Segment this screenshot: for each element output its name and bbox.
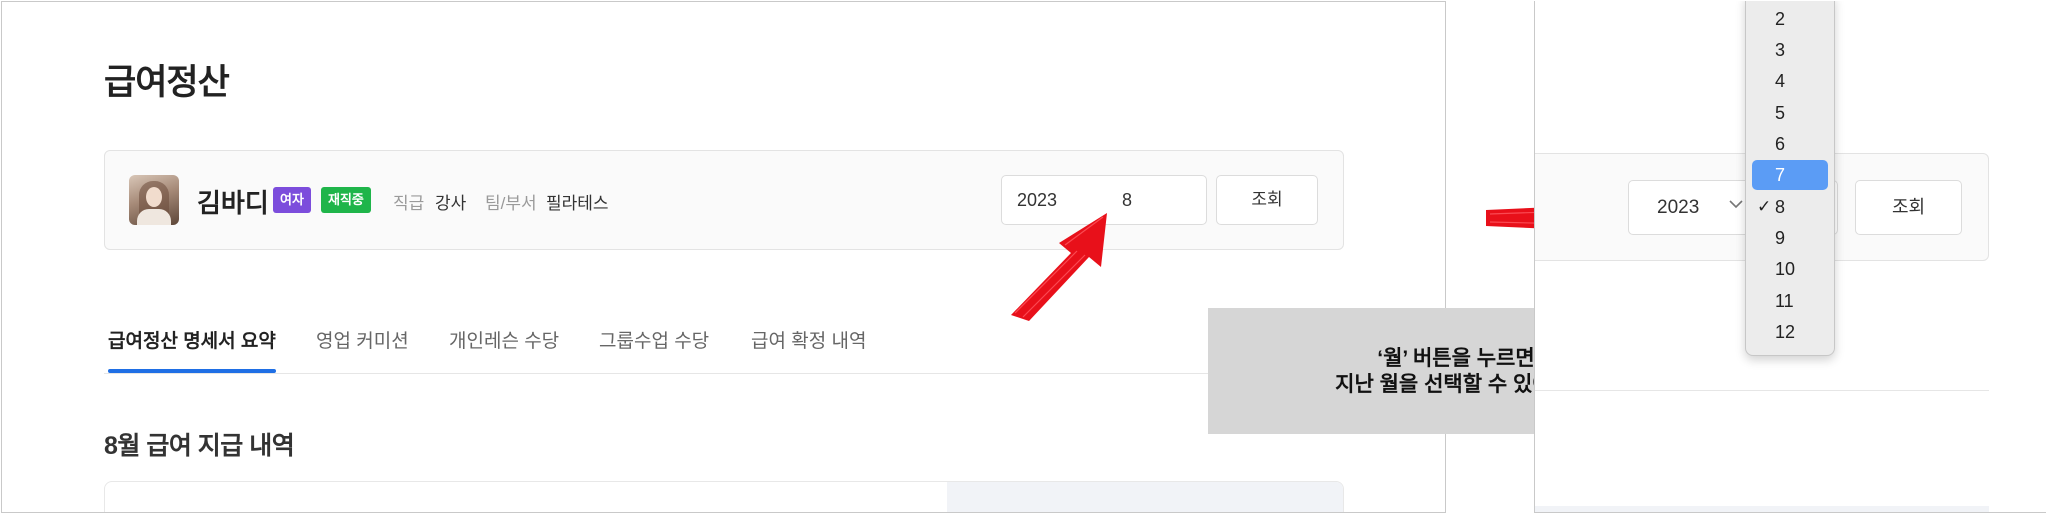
month-option[interactable]: 2 (1752, 4, 1828, 34)
month-option[interactable]: 10 (1752, 254, 1828, 284)
year-value: 2023 (1657, 197, 1700, 218)
month-option-checked[interactable]: ✓ 8 (1752, 192, 1828, 222)
status-badge: 재직중 (321, 187, 371, 213)
month-option[interactable]: 3 (1752, 35, 1828, 65)
month-option[interactable]: 4 (1752, 66, 1828, 96)
month-option[interactable]: 11 (1752, 286, 1828, 316)
diagonal-arrow-icon (1011, 213, 1107, 321)
checkmark-icon: ✓ (1757, 197, 1772, 216)
content-card-edge (1535, 506, 1989, 512)
gender-badge: 여자 (273, 187, 311, 213)
team-value: 필라테스 (546, 194, 609, 213)
avatar (129, 175, 179, 225)
month-option[interactable]: 6 (1752, 129, 1828, 159)
tab-personal-lesson-allowance[interactable]: 개인레슨 수당 (449, 326, 559, 353)
tab-payroll-summary[interactable]: 급여정산 명세서 요약 (108, 326, 276, 353)
tab-group-class-allowance[interactable]: 그룹수업 수당 (599, 326, 709, 353)
month-select[interactable]: 8 (1122, 190, 1132, 211)
active-tab-indicator (108, 369, 276, 373)
tab-payroll-confirmation[interactable]: 급여 확정 내역 (751, 326, 866, 353)
section-title: 8월 급여 지급 내역 (104, 432, 295, 460)
page-title: 급여정산 (104, 63, 230, 102)
month-option[interactable]: 5 (1752, 98, 1828, 128)
month-option[interactable]: 12 (1752, 317, 1828, 347)
position-label: 직급 (393, 194, 425, 213)
payment-details-card (104, 481, 1344, 512)
month-option[interactable]: 9 (1752, 223, 1828, 253)
month-dropdown-screen: 2023 조회 2 3 4 5 6 7 ✓ 8 9 10 11 12 (1534, 1, 2046, 513)
search-button[interactable]: 조회 (1855, 180, 1962, 235)
month-option-highlighted[interactable]: 7 (1752, 160, 1828, 190)
tab-sales-commission[interactable]: 영업 커미션 (316, 326, 409, 353)
employee-name: 김바디 (197, 188, 269, 218)
employee-profile-card: 김바디 여자 재직중 직급 강사 팀/부서 필라테스 2023 8 조회 (104, 150, 1344, 250)
chevron-down-icon (1727, 195, 1745, 218)
divider (1535, 390, 1989, 391)
month-dropdown: 2 3 4 5 6 7 ✓ 8 9 10 11 12 (1745, 1, 1835, 356)
position-value: 강사 (435, 194, 467, 213)
search-button[interactable]: 조회 (1216, 175, 1318, 225)
team-label: 팀/부서 (485, 194, 537, 213)
payroll-screen: 급여정산 김바디 여자 재직중 직급 강사 팀/부서 필라테스 2023 8 조… (1, 1, 1446, 513)
